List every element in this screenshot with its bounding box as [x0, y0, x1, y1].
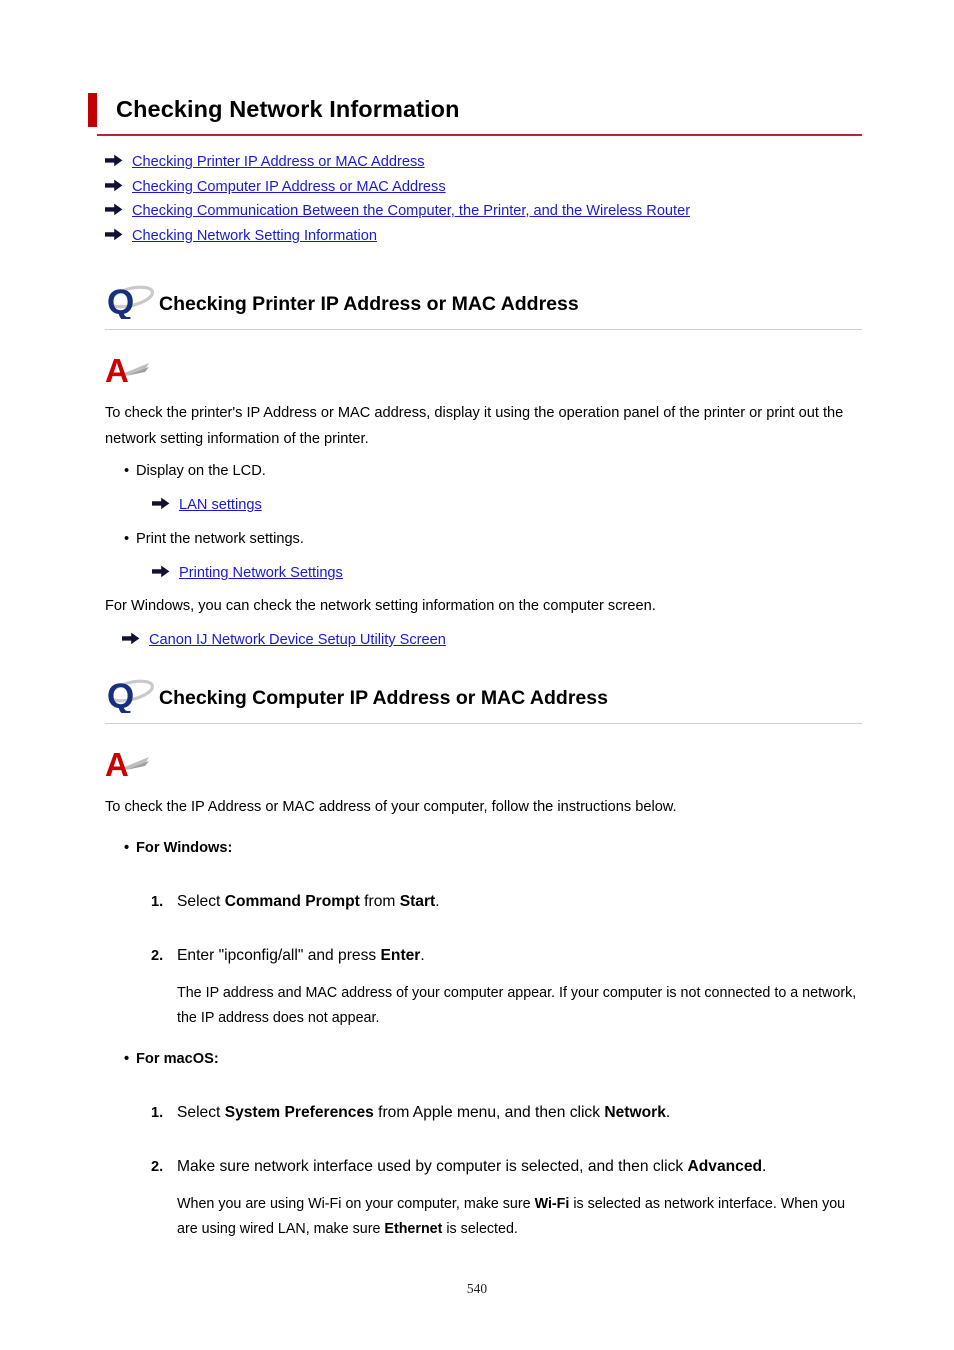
sub-link[interactable]: LAN settings [179, 493, 262, 517]
step-number: 1. [151, 1105, 164, 1121]
q-icon: Q [105, 675, 157, 713]
svg-text:A: A [105, 352, 129, 386]
list-item[interactable]: Checking Computer IP Address or MAC Addr… [105, 178, 865, 196]
arrow-right-icon [105, 228, 123, 241]
page-title: Checking Network Information [116, 96, 460, 123]
bullet-dot-icon: • [124, 531, 130, 547]
bullet-dot-icon: • [124, 463, 130, 479]
section-heading: Checking Computer IP Address or MAC Addr… [159, 687, 608, 709]
arrow-right-icon [105, 203, 123, 216]
sub-link-row[interactable]: LAN settings [152, 493, 862, 517]
svg-text:Q: Q [107, 677, 134, 713]
list-item-for-macos: • For macOS: [124, 1046, 862, 1072]
list-item-step: 2. Enter "ipconfig/all" and press Enter. [151, 943, 862, 969]
step-text: Make sure network interface used by comp… [177, 1158, 767, 1175]
toc-link[interactable]: Checking Printer IP Address or MAC Addre… [132, 153, 425, 171]
toc-link[interactable]: Checking Network Setting Information [132, 227, 377, 245]
step-text: Select Command Prompt from Start. [177, 893, 440, 910]
list-item[interactable]: Checking Communication Between the Compu… [105, 202, 865, 220]
list-item: • Display on the LCD. [124, 458, 862, 484]
svg-text:A: A [105, 746, 129, 780]
svg-text:Q: Q [107, 283, 134, 319]
sub-link[interactable]: Canon IJ Network Device Setup Utility Sc… [149, 628, 446, 652]
q-icon: Q [105, 281, 157, 319]
sub-link-row[interactable]: Canon IJ Network Device Setup Utility Sc… [122, 628, 862, 652]
section-heading-row: Q Checking Computer IP Address or MAC Ad… [105, 672, 862, 713]
section-heading-row: Q Checking Printer IP Address or MAC Add… [105, 278, 862, 319]
list-item[interactable]: Checking Printer IP Address or MAC Addre… [105, 153, 865, 171]
sub-link[interactable]: Printing Network Settings [179, 561, 343, 585]
step-note: When you are using Wi-Fi on your compute… [177, 1196, 846, 1237]
toc-link-list: Checking Printer IP Address or MAC Addre… [105, 153, 865, 251]
section-paragraph-2: For Windows, you can check the network s… [105, 598, 656, 614]
section-divider [105, 329, 862, 330]
section-divider [105, 723, 862, 724]
bullet-label: Display on the LCD. [136, 463, 266, 479]
page-number: 540 [466, 1281, 488, 1296]
arrow-right-icon [152, 565, 170, 578]
bullet-dot-icon: • [124, 1051, 130, 1067]
section-heading: Checking Printer IP Address or MAC Addre… [159, 293, 579, 315]
platform-label: For macOS: [136, 1051, 219, 1067]
step-number: 1. [151, 894, 164, 910]
page-title-block: Checking Network Information [88, 93, 862, 136]
a-icon: A [105, 746, 157, 780]
step-note: The IP address and MAC address of your c… [177, 985, 857, 1026]
list-item-step: 1. Select Command Prompt from Start. [151, 889, 862, 915]
sub-link-row[interactable]: Printing Network Settings [152, 561, 862, 585]
section-paragraph: To check the printer's IP Address or MAC… [105, 405, 844, 447]
arrow-right-icon [105, 154, 123, 167]
list-item-step: 1. Select System Preferences from Apple … [151, 1100, 862, 1126]
arrow-right-icon [105, 179, 123, 192]
document-page: Checking Network Information Checking Pr… [0, 0, 954, 1350]
list-item-for-windows: • For Windows: [124, 835, 862, 861]
title-accent-bar [88, 93, 97, 127]
arrow-right-icon [122, 632, 140, 645]
step-number: 2. [151, 1159, 164, 1175]
section-printer-ip: Q Checking Printer IP Address or MAC Add… [105, 278, 862, 652]
toc-link[interactable]: Checking Communication Between the Compu… [132, 202, 690, 220]
title-underline-rule [97, 134, 862, 136]
step-number: 2. [151, 948, 164, 964]
list-item[interactable]: Checking Network Setting Information [105, 227, 865, 245]
list-item: • Print the network settings. [124, 526, 862, 552]
list-item-step: 2. Make sure network interface used by c… [151, 1154, 862, 1180]
arrow-right-icon [152, 497, 170, 510]
step-text: Enter "ipconfig/all" and press Enter. [177, 947, 425, 964]
section-paragraph: To check the IP Address or MAC address o… [105, 799, 677, 815]
step-text: Select System Preferences from Apple men… [177, 1104, 671, 1121]
toc-link[interactable]: Checking Computer IP Address or MAC Addr… [132, 178, 446, 196]
page-title-row: Checking Network Information [88, 93, 862, 127]
a-icon: A [105, 352, 157, 386]
bullet-label: Print the network settings. [136, 531, 304, 547]
section-computer-ip: Q Checking Computer IP Address or MAC Ad… [105, 672, 862, 1242]
bullet-dot-icon: • [124, 840, 130, 856]
platform-label: For Windows: [136, 840, 233, 856]
